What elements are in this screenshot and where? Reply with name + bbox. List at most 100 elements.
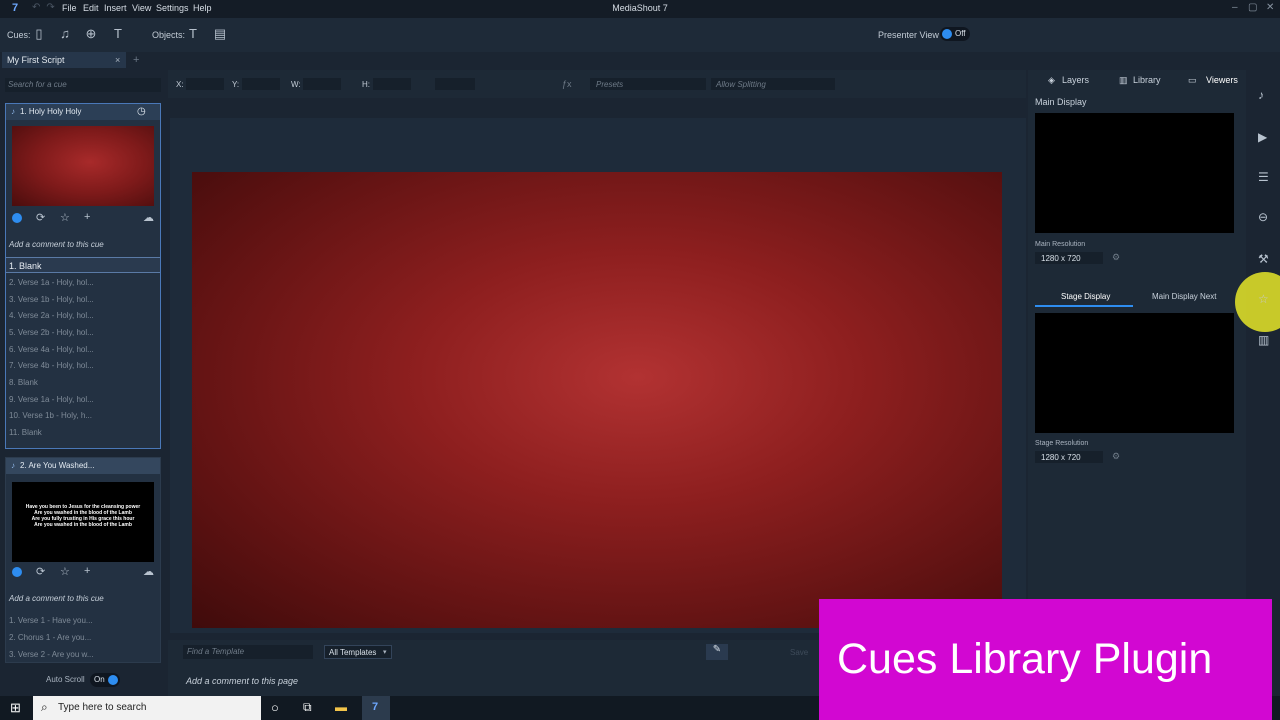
tab-library[interactable]: Library [1133, 75, 1161, 85]
slide-item[interactable]: 8. Blank [9, 378, 38, 387]
windows-start-icon[interactable]: ⊞ [10, 700, 21, 716]
presets-dropdown[interactable]: Presets [590, 78, 706, 90]
loop-icon[interactable]: ⟳ [36, 565, 45, 578]
page-comment[interactable]: Add a comment to this page [186, 676, 298, 686]
slide-item[interactable]: 4. Verse 2a - Holy, hol... [9, 311, 94, 320]
star-icon[interactable]: ☆ [60, 565, 70, 578]
template-search-input[interactable]: Find a Template [183, 645, 313, 659]
brush-icon[interactable]: ✎ [706, 644, 728, 660]
taskbar-search-placeholder: Type here to search [58, 702, 147, 713]
cue-search-placeholder: Search for a cue [8, 80, 67, 89]
document-cue-icon[interactable]: ▯ [32, 26, 46, 42]
banner-text: Cues Library Plugin [837, 635, 1213, 683]
main-display-label: Main Display [1035, 97, 1087, 107]
save-button[interactable]: Save [790, 648, 808, 657]
tab-viewers[interactable]: Viewers [1206, 75, 1238, 85]
gear-icon[interactable]: ⚙ [1112, 252, 1120, 263]
allow-splitting-dropdown[interactable]: Allow Splitting [711, 78, 835, 90]
tab-my-first-script[interactable]: My First Script × [2, 52, 126, 68]
loop-icon[interactable]: ⟳ [36, 211, 45, 224]
presenter-view-toggle[interactable]: Off [940, 27, 970, 41]
cortana-icon[interactable]: ○ [271, 700, 279, 715]
stage-resolution-dropdown[interactable]: 1280 x 720 [1035, 451, 1103, 463]
w-label: W: [291, 80, 301, 89]
minimize-icon[interactable]: – [1232, 2, 1238, 13]
tab-main-display-next[interactable]: Main Display Next [1152, 292, 1216, 301]
fx-icon[interactable]: ƒx [562, 79, 572, 89]
slide-item[interactable]: 9. Verse 1a - Holy, hol... [9, 395, 94, 404]
slide-item[interactable]: 10. Verse 1b - Holy, h... [9, 411, 92, 420]
gear-icon[interactable]: ⚙ [1112, 451, 1120, 462]
taskbar-search-input[interactable]: ⌕ Type here to search [33, 696, 261, 720]
active-dot-icon[interactable] [12, 213, 22, 223]
h-field[interactable] [373, 78, 411, 90]
window-title: MediaShout 7 [612, 3, 668, 13]
clock-icon[interactable]: ◷ [137, 106, 146, 117]
wrench-icon[interactable]: ⚒ [1258, 252, 1269, 266]
music-cue-icon[interactable]: ♫ [58, 26, 72, 42]
auto-scroll-label: Auto Scroll [46, 675, 85, 684]
tab-stage-display[interactable]: Stage Display [1061, 292, 1110, 301]
slide-item[interactable]: 2. Chorus 1 - Are you... [9, 633, 91, 642]
link-icon[interactable]: ⊖ [1258, 210, 1268, 224]
close-tab-icon[interactable]: × [115, 55, 120, 65]
w-field[interactable] [303, 78, 341, 90]
cue-comment[interactable]: Add a comment to this cue [9, 594, 104, 603]
cloud-icon[interactable]: ☁ [143, 211, 154, 224]
x-field[interactable] [186, 78, 224, 90]
list-icon[interactable]: ☰ [1258, 170, 1269, 184]
main-resolution-dropdown[interactable]: 1280 x 720 [1035, 252, 1103, 264]
slide-item[interactable]: 1. Verse 1 - Have you... [9, 616, 93, 625]
auto-scroll-toggle[interactable]: On [90, 673, 120, 687]
slide-item[interactable]: 6. Verse 4a - Holy, hol... [9, 345, 94, 354]
star-icon[interactable]: ☆ [60, 211, 70, 224]
library-icon: ▥ [1119, 75, 1128, 85]
rotation-field[interactable] [435, 78, 475, 90]
file-explorer-icon[interactable]: ▬ [335, 700, 347, 714]
slide-preview[interactable] [192, 172, 1002, 628]
y-field[interactable] [242, 78, 280, 90]
slide-item[interactable]: 1. Blank [9, 261, 42, 271]
monitor-icon: ▭ [1188, 75, 1197, 85]
media-object-icon[interactable]: ▤ [213, 26, 227, 42]
cue-header[interactable]: ♪ 1. Holy Holy Holy ◷ [6, 104, 160, 120]
plus-icon[interactable]: + [84, 211, 90, 223]
slide-item[interactable]: 3. Verse 1b - Holy, hol... [9, 295, 94, 304]
main-resolution-value: 1280 x 720 [1041, 254, 1081, 263]
add-tab-icon[interactable]: + [133, 54, 139, 66]
slide-item[interactable]: 2. Verse 1a - Holy, hol... [9, 278, 94, 287]
cues-toolbar: Cues: ▯ ♫ ⊕ T Objects: T ▤ Presenter Vie… [0, 18, 1280, 52]
title-bar: 7 ↶↷ File Edit Insert View Settings Help… [0, 0, 1280, 18]
slide-item[interactable]: 11. Blank [9, 428, 42, 437]
cue-comment[interactable]: Add a comment to this cue [9, 240, 104, 249]
tab-layers[interactable]: Layers [1062, 75, 1089, 85]
template-filter-dropdown[interactable]: All Templates ▾ [324, 645, 392, 659]
cue-card-are-you-washed[interactable]: ♪ 2. Are You Washed... Have you been to … [5, 457, 161, 663]
stage-display-preview [1035, 313, 1234, 433]
cue-thumbnail[interactable]: Have you been to Jesus for the cleansing… [12, 482, 154, 562]
music-icon[interactable]: ♪ [1258, 88, 1264, 102]
close-icon[interactable]: ✕ [1266, 2, 1274, 13]
play-icon[interactable]: ▶ [1258, 130, 1267, 144]
cue-thumbnail[interactable] [12, 126, 154, 206]
cloud-icon[interactable]: ☁ [143, 565, 154, 578]
cue-search-input[interactable]: Search for a cue [5, 78, 161, 92]
scripture-cue-icon[interactable]: ⊕ [84, 26, 98, 42]
cue-title: 1. Holy Holy Holy [20, 107, 82, 116]
maximize-icon[interactable]: ▢ [1248, 2, 1257, 13]
task-view-icon[interactable]: ⧉ [303, 700, 312, 715]
cue-tools: ⟳ ☆ + ☁ [6, 211, 162, 227]
star-icon[interactable]: ☆ [1258, 292, 1269, 306]
slide-item[interactable]: 5. Verse 2b - Holy, hol... [9, 328, 94, 337]
cue-card-holy-holy-holy[interactable]: ♪ 1. Holy Holy Holy ◷ ⟳ ☆ + ☁ Add a comm… [5, 103, 161, 449]
plus-icon[interactable]: + [84, 565, 90, 577]
text-cue-icon[interactable]: T [111, 26, 125, 42]
text-object-icon[interactable]: T [186, 26, 200, 42]
mediashout-taskbar-button[interactable]: 7 [362, 696, 390, 720]
cue-header[interactable]: ♪ 2. Are You Washed... [6, 458, 160, 474]
slide-item[interactable]: 3. Verse 2 - Are you w... [9, 650, 94, 659]
book-icon[interactable]: ▥ [1258, 333, 1269, 347]
slide-item[interactable]: 7. Verse 4b - Holy, hol... [9, 361, 94, 370]
active-dot-icon[interactable] [12, 567, 22, 577]
app-logo-icon: 7 [372, 701, 379, 713]
